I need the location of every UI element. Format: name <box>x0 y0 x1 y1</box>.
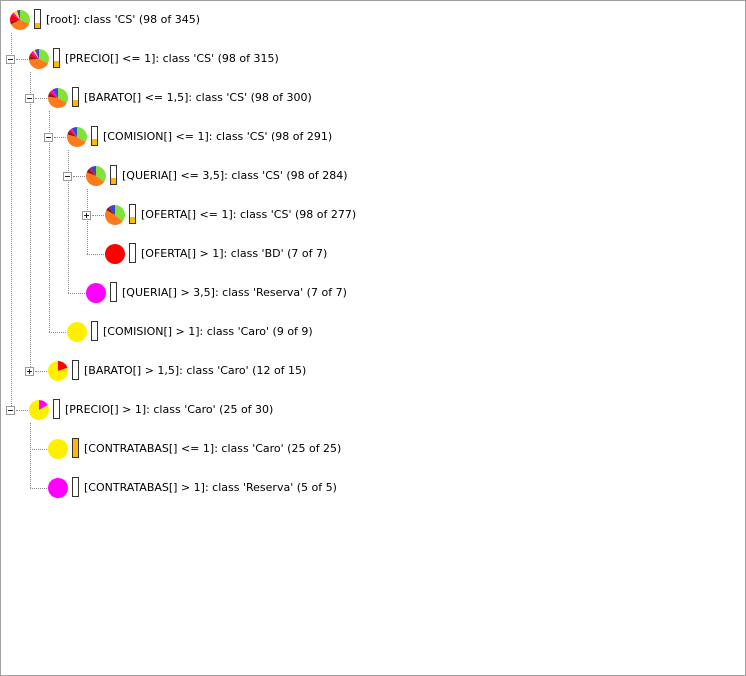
collapse-toggle-queria-le-35[interactable] <box>63 172 72 181</box>
tree-connector <box>54 137 66 138</box>
node-label: [COMISION[] > 1]: class 'Caro' (9 of 9) <box>103 325 313 338</box>
tree-connector <box>49 332 66 333</box>
class-proportion-bar <box>53 48 60 68</box>
class-proportion-bar <box>129 243 136 263</box>
node-label: [root]: class 'CS' (98 of 345) <box>46 13 201 26</box>
collapse-toggle-barato-le-15[interactable] <box>25 94 34 103</box>
class-proportion-bar <box>34 9 41 29</box>
node-label: [QUERIA[] <= 3,5]: class 'CS' (98 of 284… <box>122 169 348 182</box>
tree-connector <box>30 488 47 489</box>
pie-slice <box>48 439 68 459</box>
tree-connector <box>87 254 104 255</box>
tree-connector <box>30 423 31 488</box>
pie-chart-icon <box>48 88 68 109</box>
class-proportion-bar <box>110 282 117 302</box>
tree-connector <box>16 410 28 411</box>
node-label: [PRECIO[] > 1]: class 'Caro' (25 of 30) <box>65 403 274 416</box>
tree-connector <box>49 111 50 332</box>
node-label: [COMISION[] <= 1]: class 'CS' (98 of 291… <box>103 130 333 143</box>
pie-slice <box>105 244 125 264</box>
pie-slice <box>48 478 68 498</box>
pie-chart-icon <box>67 127 87 147</box>
collapse-toggle-precio-le-1[interactable] <box>6 55 15 64</box>
node-label: [CONTRATABAS[] > 1]: class 'Reserva' (5 … <box>84 481 337 494</box>
node-label: [BARATO[] > 1,5]: class 'Caro' (12 of 15… <box>84 364 307 377</box>
collapse-toggle-comision-le-1[interactable] <box>44 133 53 142</box>
pie-chart-icon <box>48 361 68 381</box>
pie-chart-icon <box>67 322 87 342</box>
expand-toggle-oferta-le-1[interactable] <box>82 211 91 220</box>
class-proportion-bar <box>53 399 60 419</box>
pie-chart-icon <box>29 49 49 69</box>
class-proportion-bar <box>72 438 79 458</box>
class-proportion-bar <box>72 360 79 380</box>
pie-chart-icon <box>48 478 68 498</box>
node-label: [OFERTA[] > 1]: class 'BD' (7 of 7) <box>141 247 328 260</box>
tree-connector <box>16 59 28 60</box>
pie-slice <box>67 322 87 342</box>
tree-connector <box>35 371 47 372</box>
pie-slice <box>86 283 106 303</box>
node-label: [OFERTA[] <= 1]: class 'CS' (98 of 277) <box>141 208 357 221</box>
tree-connector <box>30 449 47 450</box>
node-label: [BARATO[] <= 1,5]: class 'CS' (98 of 300… <box>84 91 312 104</box>
tree-connector <box>11 33 12 410</box>
tree-connector <box>87 189 88 254</box>
class-proportion-bar <box>91 321 98 341</box>
pie-chart-icon <box>29 400 49 420</box>
class-proportion-bar <box>72 87 79 107</box>
pie-chart-icon <box>105 244 125 264</box>
collapse-toggle-precio-gt-1[interactable] <box>6 406 15 415</box>
tree-connector <box>30 72 31 371</box>
tree-connector <box>73 176 85 177</box>
pie-chart-icon <box>48 439 68 459</box>
pie-chart-icon <box>10 10 30 31</box>
class-proportion-bar <box>72 477 79 497</box>
node-label: [PRECIO[] <= 1]: class 'CS' (98 of 315) <box>65 52 279 65</box>
class-proportion-bar <box>129 204 136 224</box>
pie-chart-icon <box>86 283 106 303</box>
class-proportion-bar <box>110 165 117 185</box>
pie-chart-icon <box>86 166 106 186</box>
tree-connector <box>68 293 85 294</box>
decision-tree-view[interactable]: [root]: class 'CS' (98 of 345) [PRECIO[]… <box>0 0 746 676</box>
class-proportion-bar <box>91 126 98 146</box>
expand-toggle-barato-gt-15[interactable] <box>25 367 34 376</box>
node-label: [QUERIA[] > 3,5]: class 'Reserva' (7 of … <box>122 286 347 299</box>
node-label: [CONTRATABAS[] <= 1]: class 'Caro' (25 o… <box>84 442 342 455</box>
tree-connector <box>92 215 104 216</box>
pie-chart-icon <box>105 205 125 225</box>
tree-connector <box>35 98 47 99</box>
